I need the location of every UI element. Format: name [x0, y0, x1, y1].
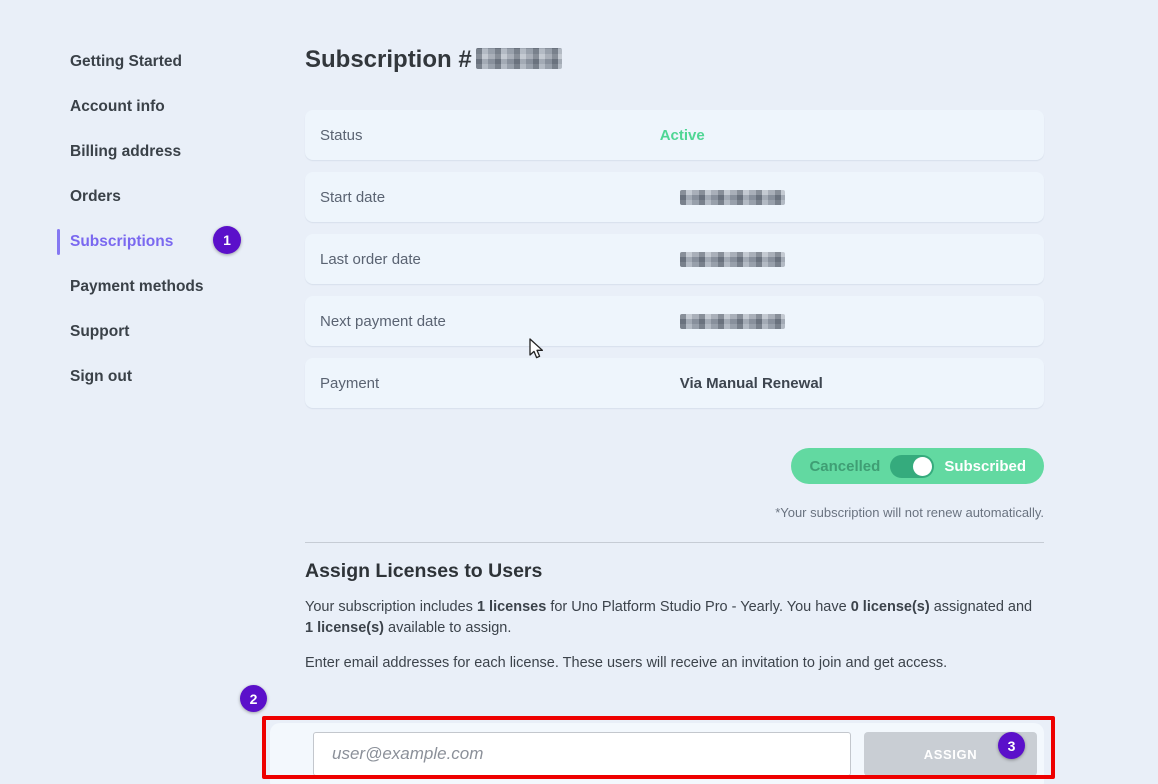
table-row: Last order date	[305, 234, 1044, 284]
redacted-value	[680, 314, 785, 329]
license-instructions-text: Enter email addresses for each license. …	[305, 655, 1044, 671]
assign-license-form: ASSIGN	[270, 723, 1044, 784]
row-label: Status	[305, 127, 660, 144]
table-row: Next payment date	[305, 296, 1044, 346]
active-indicator-bar	[57, 229, 60, 255]
redacted-subscription-number	[476, 48, 562, 69]
page-title: Subscription #	[305, 44, 1044, 76]
row-label: Last order date	[305, 251, 660, 268]
redacted-value	[680, 190, 785, 205]
subscription-details-table: StatusActive Start date Last order date Nex…	[305, 110, 1044, 408]
main-content: Subscription # StatusActive Start date Las…	[305, 0, 1044, 784]
subscription-page: { "sidebar": { "items": [ { "label": "Ge…	[0, 0, 1158, 784]
toggle-knob	[913, 457, 932, 476]
table-row: StatusActive	[305, 110, 1044, 160]
row-value	[680, 313, 785, 330]
row-label: Start date	[305, 189, 660, 206]
row-value: Via Manual Renewal	[680, 375, 823, 392]
row-value	[680, 251, 785, 268]
sidebar-item-label: Orders	[70, 188, 121, 205]
sidebar-item-label: Billing address	[70, 143, 181, 160]
toggle-switch[interactable]	[890, 455, 934, 478]
sidebar-item-label: Payment methods	[70, 278, 204, 295]
subscription-status-toggle[interactable]: Cancelled Subscribed	[791, 448, 1044, 484]
table-row: Payment Via Manual Renewal	[305, 358, 1044, 408]
sidebar-item-payment-methods[interactable]: Payment methods	[70, 275, 300, 299]
sidebar-item-label: Sign out	[70, 368, 132, 385]
section-divider	[305, 542, 1044, 543]
sidebar-item-label: Getting Started	[70, 53, 182, 70]
mouse-cursor-icon	[528, 338, 546, 360]
row-label: Next payment date	[305, 313, 660, 330]
sidebar-item-label: Account info	[70, 98, 165, 115]
toggle-row: Cancelled Subscribed	[305, 448, 1044, 484]
annotation-badge-1: 1	[213, 226, 241, 254]
renewal-footnote: *Your subscription will not renew automa…	[305, 505, 1044, 520]
row-value	[680, 189, 785, 206]
sidebar-item-orders[interactable]: Orders	[70, 185, 300, 209]
sidebar-item-sign-out[interactable]: Sign out	[70, 365, 300, 389]
license-summary-text: Your subscription includes 1 licenses fo…	[305, 597, 1044, 639]
sidebar-item-label: Subscriptions	[70, 233, 173, 250]
sidebar-item-account-info[interactable]: Account info	[70, 95, 300, 119]
page-title-text: Subscription #	[305, 46, 472, 73]
redacted-value	[680, 252, 785, 267]
sidebar-item-subscriptions[interactable]: Subscriptions	[70, 230, 300, 254]
license-email-input[interactable]	[313, 732, 851, 776]
row-label: Payment	[305, 375, 660, 392]
table-row: Start date	[305, 172, 1044, 222]
annotation-badge-2: 2	[240, 685, 267, 712]
annotation-badge-3: 3	[998, 732, 1025, 759]
toggle-cancelled-label: Cancelled	[809, 458, 880, 475]
assign-section-title: Assign Licenses to Users	[305, 560, 1044, 583]
sidebar-item-label: Support	[70, 323, 129, 340]
row-value: Active	[660, 127, 705, 144]
sidebar-item-billing-address[interactable]: Billing address	[70, 140, 300, 164]
sidebar-item-getting-started[interactable]: Getting Started	[70, 50, 300, 74]
toggle-subscribed-label: Subscribed	[944, 458, 1026, 475]
sidebar-nav: Getting Started Account info Billing addre…	[0, 0, 300, 410]
sidebar-item-support[interactable]: Support	[70, 320, 300, 344]
